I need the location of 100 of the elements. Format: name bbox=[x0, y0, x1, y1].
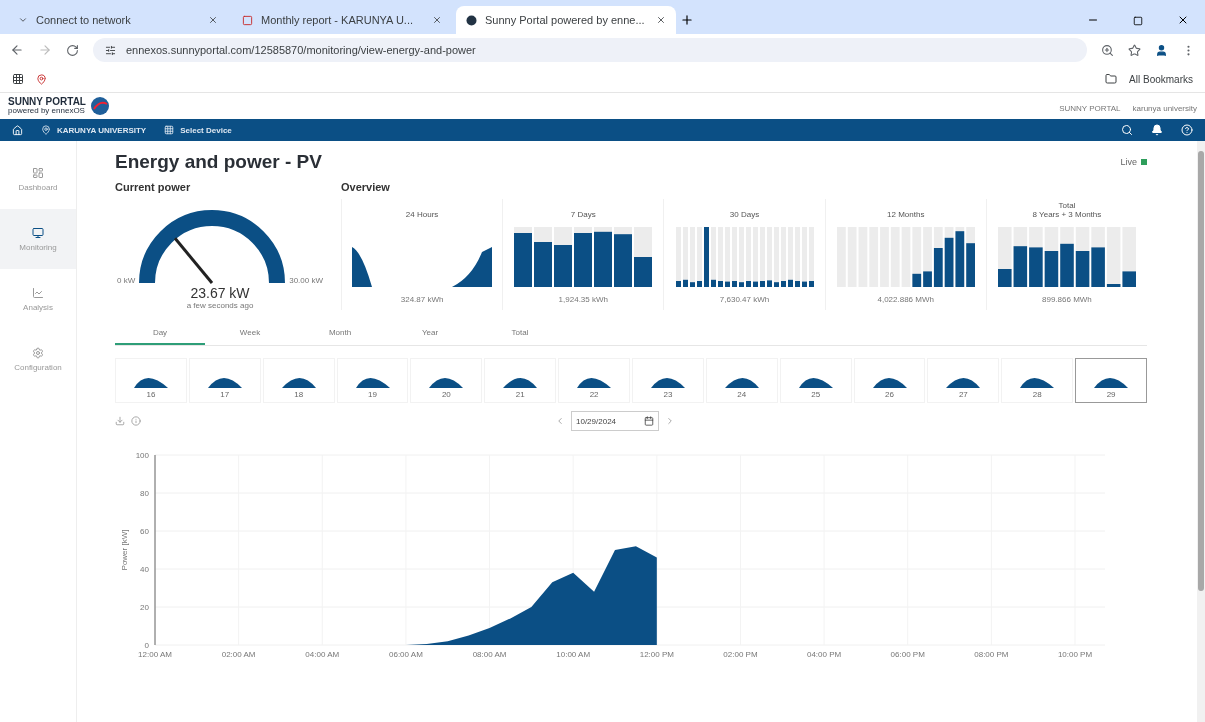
date-field[interactable]: 10/29/2024 bbox=[571, 411, 659, 431]
x-tick-label: 12:00 PM bbox=[639, 650, 674, 659]
section-heading: Current power bbox=[115, 181, 192, 193]
day-curve-icon bbox=[355, 378, 390, 388]
y-tick-label: 20 bbox=[140, 603, 149, 612]
nav-item[interactable]: Select Device bbox=[164, 125, 232, 135]
reload-icon[interactable] bbox=[66, 43, 79, 57]
x-tick-label: 06:00 AM bbox=[389, 650, 423, 659]
day-label: 17 bbox=[220, 390, 230, 399]
report-icon bbox=[242, 14, 253, 26]
day-label: 25 bbox=[811, 390, 821, 399]
period-tab[interactable]: Year bbox=[385, 322, 475, 345]
day-thumbnail[interactable]: 29 bbox=[1075, 358, 1148, 403]
restore-icon[interactable] bbox=[1133, 16, 1143, 26]
line-chart-icon bbox=[32, 286, 44, 299]
day-thumbnail[interactable]: 28 bbox=[1001, 358, 1074, 403]
logo-icon bbox=[89, 96, 110, 116]
card-total: 1,924.35 kWh bbox=[558, 295, 608, 304]
gauge-min-label: 0 kW bbox=[117, 276, 136, 285]
x-tick-label: 02:00 PM bbox=[723, 650, 758, 659]
zoom-icon[interactable] bbox=[1101, 43, 1114, 57]
section-heading: Overview bbox=[341, 181, 391, 193]
day-label: 26 bbox=[885, 390, 894, 399]
portal-icon bbox=[466, 14, 477, 26]
day-thumbnail[interactable]: 21 bbox=[484, 358, 557, 403]
x-tick-label: 02:00 AM bbox=[221, 650, 256, 659]
star-icon[interactable] bbox=[1128, 43, 1141, 57]
close-icon[interactable] bbox=[1177, 14, 1189, 26]
browser-tab[interactable]: Sunny Portal powered by enne... bbox=[456, 6, 676, 34]
card-total: 7,630.47 kWh bbox=[719, 295, 770, 304]
gauge-max-label: 30.00 kW bbox=[289, 276, 323, 285]
card-title: 30 Days bbox=[729, 210, 760, 219]
card-title: 12 Months bbox=[887, 210, 925, 219]
header-link[interactable]: karunya university bbox=[1132, 104, 1197, 113]
day-thumbnail[interactable]: 27 bbox=[927, 358, 1000, 403]
day-thumbnail[interactable]: 24 bbox=[705, 358, 778, 403]
period-tab[interactable]: Total bbox=[475, 322, 565, 345]
day-thumbnail[interactable]: 19 bbox=[336, 358, 409, 403]
card-total: 899.866 MWh bbox=[1042, 295, 1092, 304]
overview-card[interactable]: Total 8 Years + 3 Months 899.866 MWh bbox=[985, 199, 1147, 310]
day-thumbnail[interactable]: 23 bbox=[632, 358, 704, 403]
pin-icon[interactable] bbox=[36, 73, 47, 85]
x-tick-label: 12:00 AM bbox=[138, 650, 172, 659]
live-label: Live bbox=[1120, 157, 1137, 167]
day-label: 18 bbox=[294, 390, 304, 399]
pin-icon bbox=[41, 125, 51, 135]
y-tick-label: 60 bbox=[140, 527, 149, 536]
y-tick-label: 100 bbox=[135, 451, 149, 460]
x-tick-label: 10:00 PM bbox=[1057, 650, 1093, 659]
profile-icon[interactable] bbox=[1155, 43, 1168, 57]
y-tick-label: 80 bbox=[140, 489, 149, 498]
x-tick-label: 04:00 AM bbox=[305, 650, 340, 659]
current-power-value: 23.67 kW bbox=[189, 285, 251, 301]
day-curve-icon bbox=[503, 378, 538, 388]
help-icon[interactable] bbox=[1181, 124, 1193, 136]
period-tab[interactable]: Month bbox=[295, 322, 385, 345]
home-icon[interactable] bbox=[12, 124, 23, 136]
day-thumbnail[interactable]: 17 bbox=[188, 358, 261, 403]
browser-tab[interactable]: Connect to network bbox=[8, 6, 228, 34]
day-curve-icon bbox=[133, 378, 168, 388]
card-total: 4,022.886 MWh bbox=[877, 295, 934, 304]
x-tick-label: 06:00 PM bbox=[890, 650, 925, 659]
updated-time: a few seconds ago bbox=[185, 301, 255, 310]
overview-card[interactable]: 24 Hours 324.87 kWh bbox=[341, 199, 503, 310]
day-thumbnail[interactable]: 25 bbox=[779, 358, 852, 403]
all-bookmarks-link[interactable]: All Bookmarks bbox=[1129, 73, 1193, 85]
scrollbar[interactable] bbox=[1198, 151, 1204, 591]
bell-icon[interactable] bbox=[1151, 124, 1163, 136]
calendar-icon[interactable] bbox=[644, 416, 654, 426]
period-tab[interactable]: Day bbox=[115, 322, 205, 345]
day-thumbnail[interactable]: 18 bbox=[262, 358, 335, 403]
apps-icon[interactable] bbox=[12, 73, 24, 85]
period-tab[interactable]: Week bbox=[205, 322, 295, 345]
day-curve-icon bbox=[872, 378, 907, 388]
close-icon[interactable] bbox=[656, 15, 666, 25]
day-label: 19 bbox=[368, 390, 377, 399]
day-curve-icon bbox=[429, 378, 464, 388]
day-thumbnail[interactable]: 26 bbox=[853, 358, 926, 403]
back-icon[interactable] bbox=[10, 43, 24, 57]
day-thumbnail[interactable]: 20 bbox=[410, 358, 483, 403]
day-curve-icon bbox=[1020, 378, 1055, 388]
site-settings-icon[interactable] bbox=[105, 44, 116, 56]
overview-card[interactable]: 7 Days 1,924.35 kWh bbox=[502, 199, 664, 310]
day-curve-icon bbox=[281, 378, 316, 388]
day-thumbnail[interactable]: 22 bbox=[558, 358, 630, 403]
day-label: 22 bbox=[589, 390, 599, 399]
day-curve-icon bbox=[577, 378, 612, 388]
day-label: 28 bbox=[1032, 390, 1042, 399]
header-link[interactable]: SUNNY PORTAL bbox=[1059, 104, 1121, 113]
overview-card[interactable]: 30 Days 7,630.47 kWh bbox=[663, 199, 825, 310]
new-tab-icon[interactable] bbox=[680, 13, 694, 27]
overview-card[interactable]: 12 Months 4,022.886 MWh bbox=[824, 199, 986, 310]
search-icon[interactable] bbox=[1121, 124, 1133, 136]
x-tick-label: 10:00 AM bbox=[556, 650, 591, 659]
nav-item[interactable]: KARUNYA UNIVERSITY bbox=[41, 125, 147, 135]
address-bar[interactable]: ennexos.sunnyportal.com/12585870/monitoring/view-energy-and-power bbox=[93, 38, 1087, 62]
folder-icon bbox=[1105, 73, 1118, 85]
day-thumbnail[interactable]: 16 bbox=[115, 358, 187, 403]
card-title: 7 Days bbox=[570, 210, 596, 219]
browser-tab[interactable]: Monthly report - KARUNYA U... bbox=[232, 6, 452, 34]
